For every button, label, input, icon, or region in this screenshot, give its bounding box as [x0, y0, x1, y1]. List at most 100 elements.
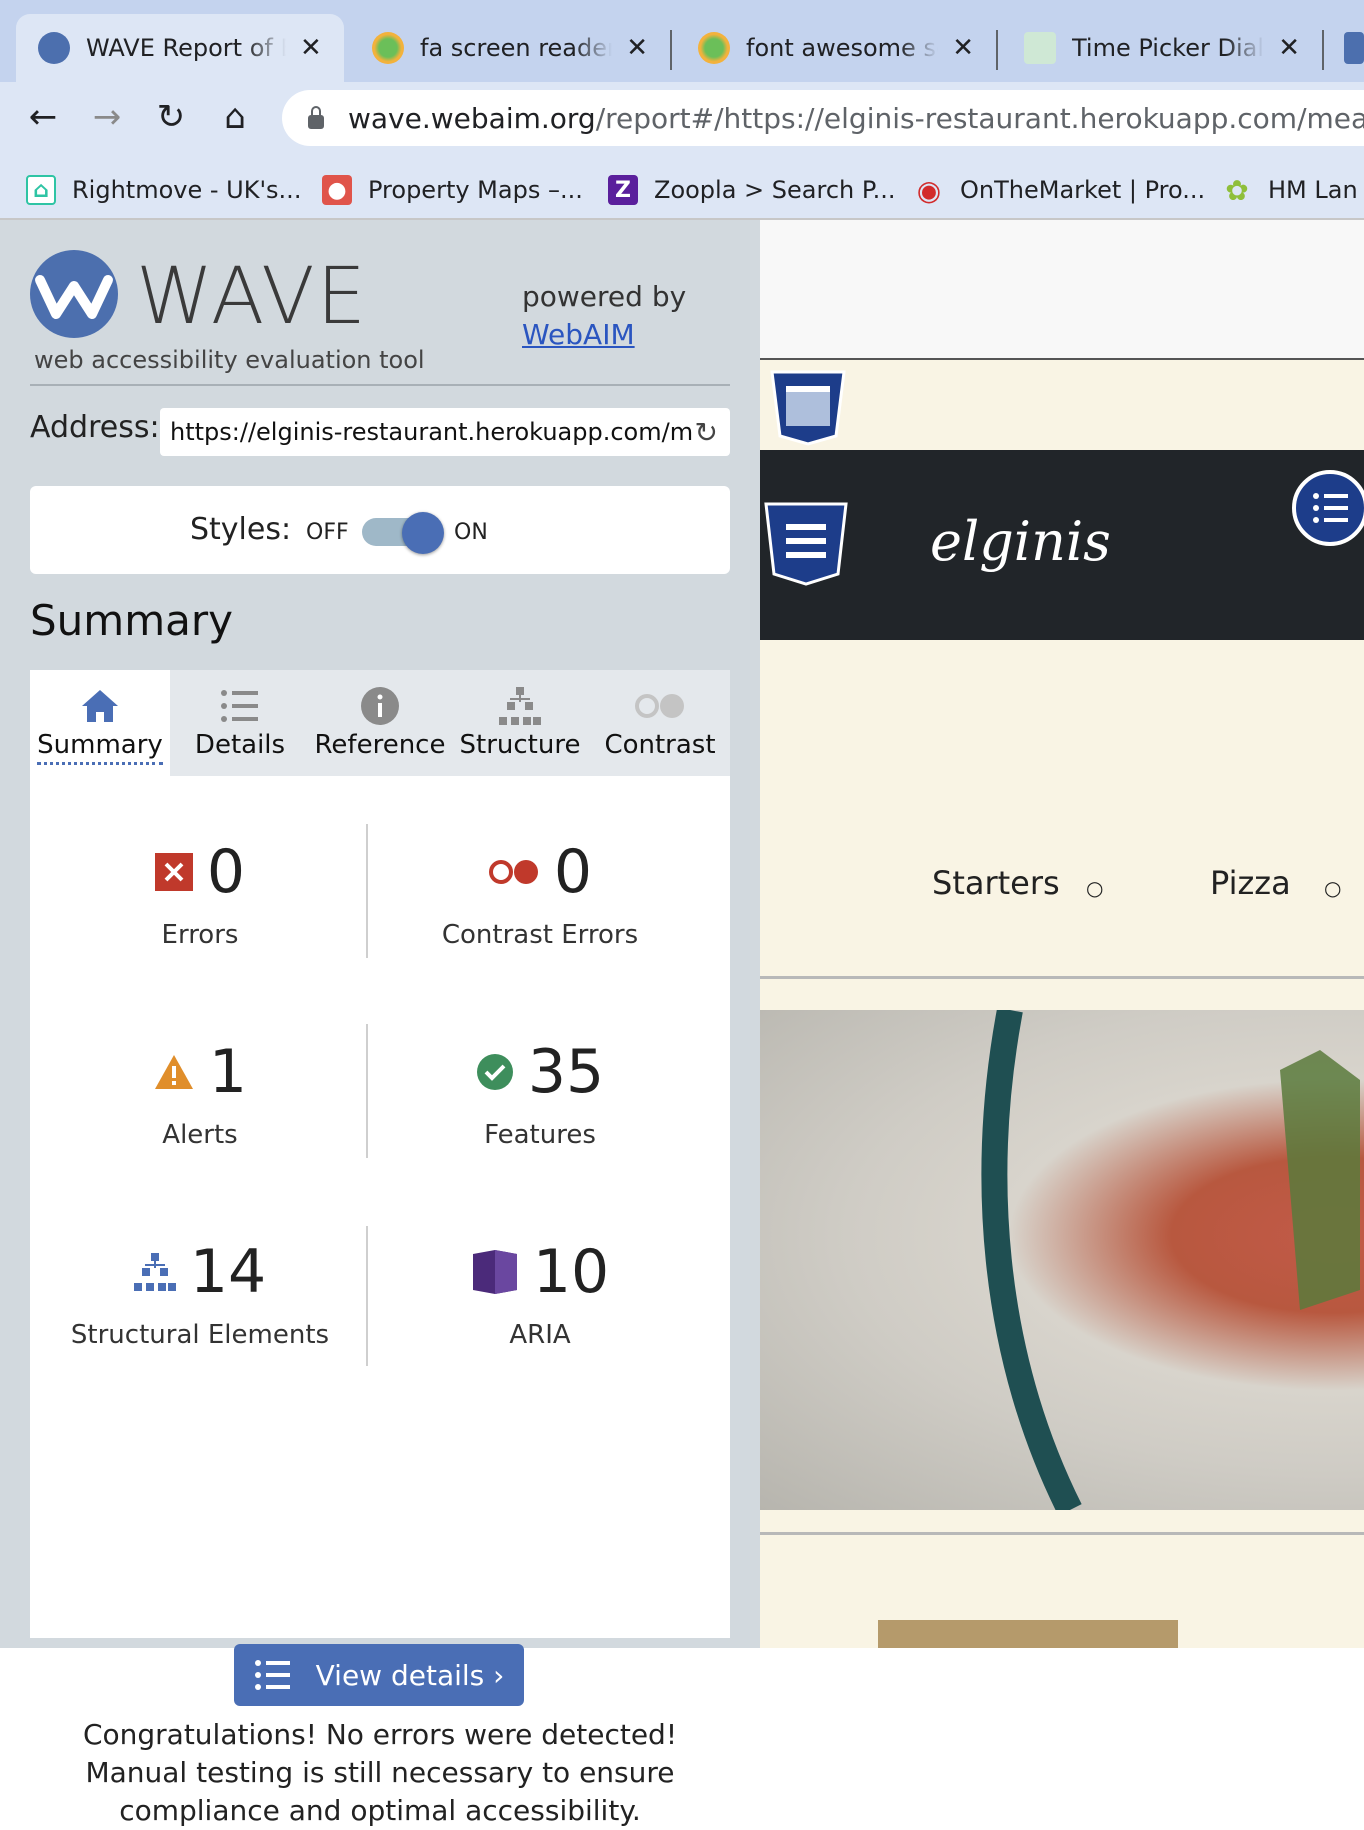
menu-link-starters[interactable]: Starters — [932, 864, 1060, 902]
home-icon — [82, 690, 118, 722]
tab-separator — [670, 30, 672, 70]
close-tab-icon[interactable]: ✕ — [626, 33, 648, 63]
back-icon[interactable]: ← — [18, 92, 68, 142]
address-input[interactable]: https://elginis-restaurant.herokuapp.com… — [160, 408, 730, 456]
structural-label: Structural Elements — [70, 1320, 330, 1350]
wave-logo-text: WAVE — [136, 252, 368, 342]
tab-title: WAVE Report of E — [86, 34, 286, 62]
structure-icon — [133, 1253, 176, 1291]
stat-features[interactable]: 35 Features — [370, 1032, 710, 1150]
stat-contrast-errors[interactable]: 0 Contrast Errors — [370, 832, 710, 950]
bookmark-label: Property Maps –... — [368, 176, 583, 204]
tab-structure[interactable]: Structure — [450, 670, 590, 776]
aria-icon — [472, 1250, 517, 1294]
wave-sidebar: WAVE web accessibility evaluation tool p… — [0, 220, 760, 1827]
errors-label: Errors — [161, 920, 239, 950]
aria-count: 10 — [532, 1237, 610, 1307]
bookmark-label: Zoopla > Search P... — [654, 176, 896, 204]
partial-tab-favicon-icon[interactable] — [1344, 32, 1364, 64]
zoopla-icon: Z — [608, 175, 638, 205]
webaim-link[interactable]: WebAIM — [522, 316, 686, 354]
contrast-errors-count: 0 — [553, 837, 593, 907]
list-icon — [254, 1660, 290, 1690]
close-tab-icon[interactable]: ✕ — [952, 33, 974, 63]
food-photo — [760, 1007, 1364, 1516]
bookmarks-bar: ⌂ Rightmove - UK's... ● Property Maps –.… — [0, 160, 1364, 220]
powered-by: powered by WebAIM — [522, 278, 686, 354]
wave-favicon-icon — [38, 32, 70, 64]
stat-alerts[interactable]: 1 Alerts — [30, 1032, 370, 1150]
site-preview: elginis Starters ○ Pizza ○ — [760, 220, 1364, 1648]
tab-contrast[interactable]: Contrast — [590, 670, 730, 776]
bookmark-zoopla[interactable]: Z Zoopla > Search P... — [608, 170, 896, 210]
view-details-button[interactable]: View details › — [234, 1644, 524, 1706]
tab-summary[interactable]: Summary — [30, 670, 170, 776]
plate-rim-icon — [981, 1007, 1360, 1516]
styles-on-label: ON — [454, 520, 488, 545]
tab-reference[interactable]: Reference — [310, 670, 450, 776]
divider — [30, 384, 730, 386]
wave-banner-icon[interactable] — [764, 502, 848, 586]
tab-title: Time Picker Dialog — [1072, 34, 1264, 62]
browser-chrome: WAVE Report of E ✕ fa screen reader o ✕ … — [0, 0, 1364, 220]
powered-by-text: powered by — [522, 280, 687, 313]
menu-link-pizza[interactable]: Pizza — [1210, 864, 1291, 902]
tab-label: Contrast — [604, 730, 716, 760]
tab-title: fa screen reader o — [420, 34, 613, 62]
link-favicon-icon — [1024, 32, 1056, 64]
bookmark-rightmove[interactable]: ⌂ Rightmove - UK's... — [26, 170, 301, 210]
menu-item-photo — [878, 1620, 1178, 1648]
map-pin-icon: ● — [322, 175, 352, 205]
stat-aria[interactable]: 10 ARIA — [370, 1232, 710, 1350]
lock-icon[interactable] — [308, 106, 324, 129]
close-tab-icon[interactable]: ✕ — [300, 33, 322, 63]
styles-off-label: OFF — [306, 520, 349, 545]
tab-fa-screen-reader[interactable]: fa screen reader o ✕ — [350, 14, 670, 82]
bookmark-label: OnTheMarket | Pro... — [960, 176, 1206, 204]
url-path: /report#/https://elginis-restaurant.hero… — [595, 101, 1364, 135]
wave-region-icon[interactable] — [770, 370, 846, 446]
styles-label: Styles: — [190, 512, 292, 547]
tab-wave-report[interactable]: WAVE Report of E ✕ — [16, 14, 344, 82]
stat-structural[interactable]: 14 Structural Elements — [30, 1232, 370, 1350]
globe-favicon-icon — [372, 32, 404, 64]
stat-errors[interactable]: 0 Errors — [30, 832, 370, 950]
forward-icon[interactable]: → — [82, 92, 132, 142]
section-divider — [760, 976, 1364, 979]
address-label: Address: — [30, 410, 160, 445]
close-tab-icon[interactable]: ✕ — [1278, 33, 1300, 63]
alert-icon — [154, 1055, 193, 1089]
address-value: https://elginis-restaurant.herokuapp.com… — [170, 418, 694, 446]
bookmark-hm-land[interactable]: ✿ HM Lan — [1222, 170, 1358, 210]
tab-details[interactable]: Details — [170, 670, 310, 776]
congratulations-message: Congratulations! No errors were detected… — [82, 1718, 678, 1827]
feature-check-icon — [476, 1054, 513, 1090]
bookmark-property-maps[interactable]: ● Property Maps –... — [322, 170, 583, 210]
refresh-icon[interactable]: ↻ — [694, 416, 718, 449]
features-count: 35 — [527, 1037, 605, 1107]
aria-label: ARIA — [509, 1320, 571, 1350]
tab-label: Summary — [37, 730, 163, 765]
error-icon — [154, 853, 193, 891]
tab-label: Details — [194, 730, 286, 760]
bookmark-label: Rightmove - UK's... — [72, 176, 302, 204]
wave-list-icon[interactable] — [1292, 470, 1364, 546]
reload-icon[interactable]: ↻ — [146, 92, 196, 142]
bookmark-onthemarket[interactable]: ◉ OnTheMarket | Pro... — [914, 170, 1205, 210]
home-icon[interactable]: ⌂ — [210, 92, 260, 142]
features-label: Features — [484, 1120, 596, 1150]
contrast-icon — [635, 694, 684, 718]
tab-time-picker[interactable]: Time Picker Dialog ✕ — [1002, 14, 1322, 82]
bookmark-label: HM Lan — [1268, 176, 1358, 204]
contrast-errors-label: Contrast Errors — [441, 920, 639, 950]
house-icon: ⌂ — [26, 175, 56, 205]
address-bar[interactable]: wave.webaim.org/report#/https://elginis-… — [282, 90, 1364, 146]
info-icon — [361, 687, 399, 725]
styles-toggle-knob[interactable] — [402, 512, 444, 554]
structural-count: 14 — [189, 1237, 267, 1307]
tab-font-awesome[interactable]: font awesome scr ✕ — [676, 14, 996, 82]
styles-panel: Styles: OFF ON — [30, 486, 730, 574]
site-brand-logo[interactable]: elginis — [930, 510, 1111, 573]
tab-title: font awesome scr — [746, 34, 939, 62]
bullet-icon: ○ — [1086, 876, 1104, 900]
